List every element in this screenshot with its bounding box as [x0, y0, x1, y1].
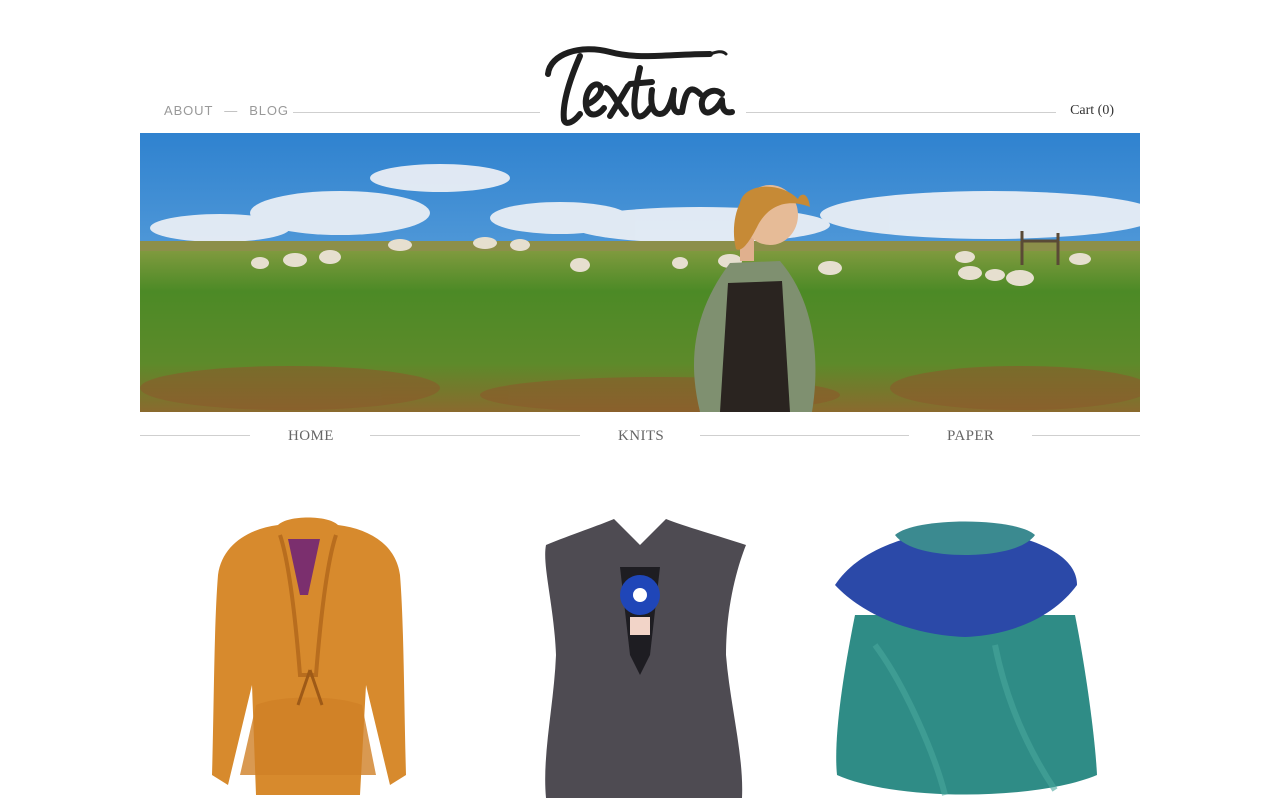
header-rule-right [746, 112, 1056, 113]
category-rule-3 [700, 435, 909, 436]
category-rule-4 [1032, 435, 1140, 436]
category-knits-link[interactable]: KNITS [618, 428, 664, 445]
nav-about-link[interactable]: ABOUT [164, 103, 213, 118]
category-home-link[interactable]: HOME [288, 428, 334, 445]
product-mustard-cardigan[interactable] [160, 505, 460, 798]
textura-logo[interactable] [540, 34, 740, 130]
product-grey-vest[interactable] [490, 505, 790, 798]
cart-count: (0) [1097, 103, 1114, 118]
top-nav: ABOUT — BLOG [164, 103, 289, 118]
nav-separator: — [224, 103, 239, 118]
hero-banner [140, 133, 1140, 412]
nav-blog-link[interactable]: BLOG [249, 103, 289, 118]
category-rule-2 [370, 435, 580, 436]
category-paper-link[interactable]: PAPER [947, 428, 994, 445]
product-teal-cape[interactable] [815, 505, 1115, 798]
header-rule-left [293, 112, 540, 113]
cart-link[interactable]: Cart (0) [1070, 103, 1114, 119]
cart-label: Cart [1070, 103, 1095, 118]
page: ABOUT — BLOG Cart (0) HOME KNITS PAPER [0, 0, 1280, 798]
category-rule-1 [140, 435, 250, 436]
